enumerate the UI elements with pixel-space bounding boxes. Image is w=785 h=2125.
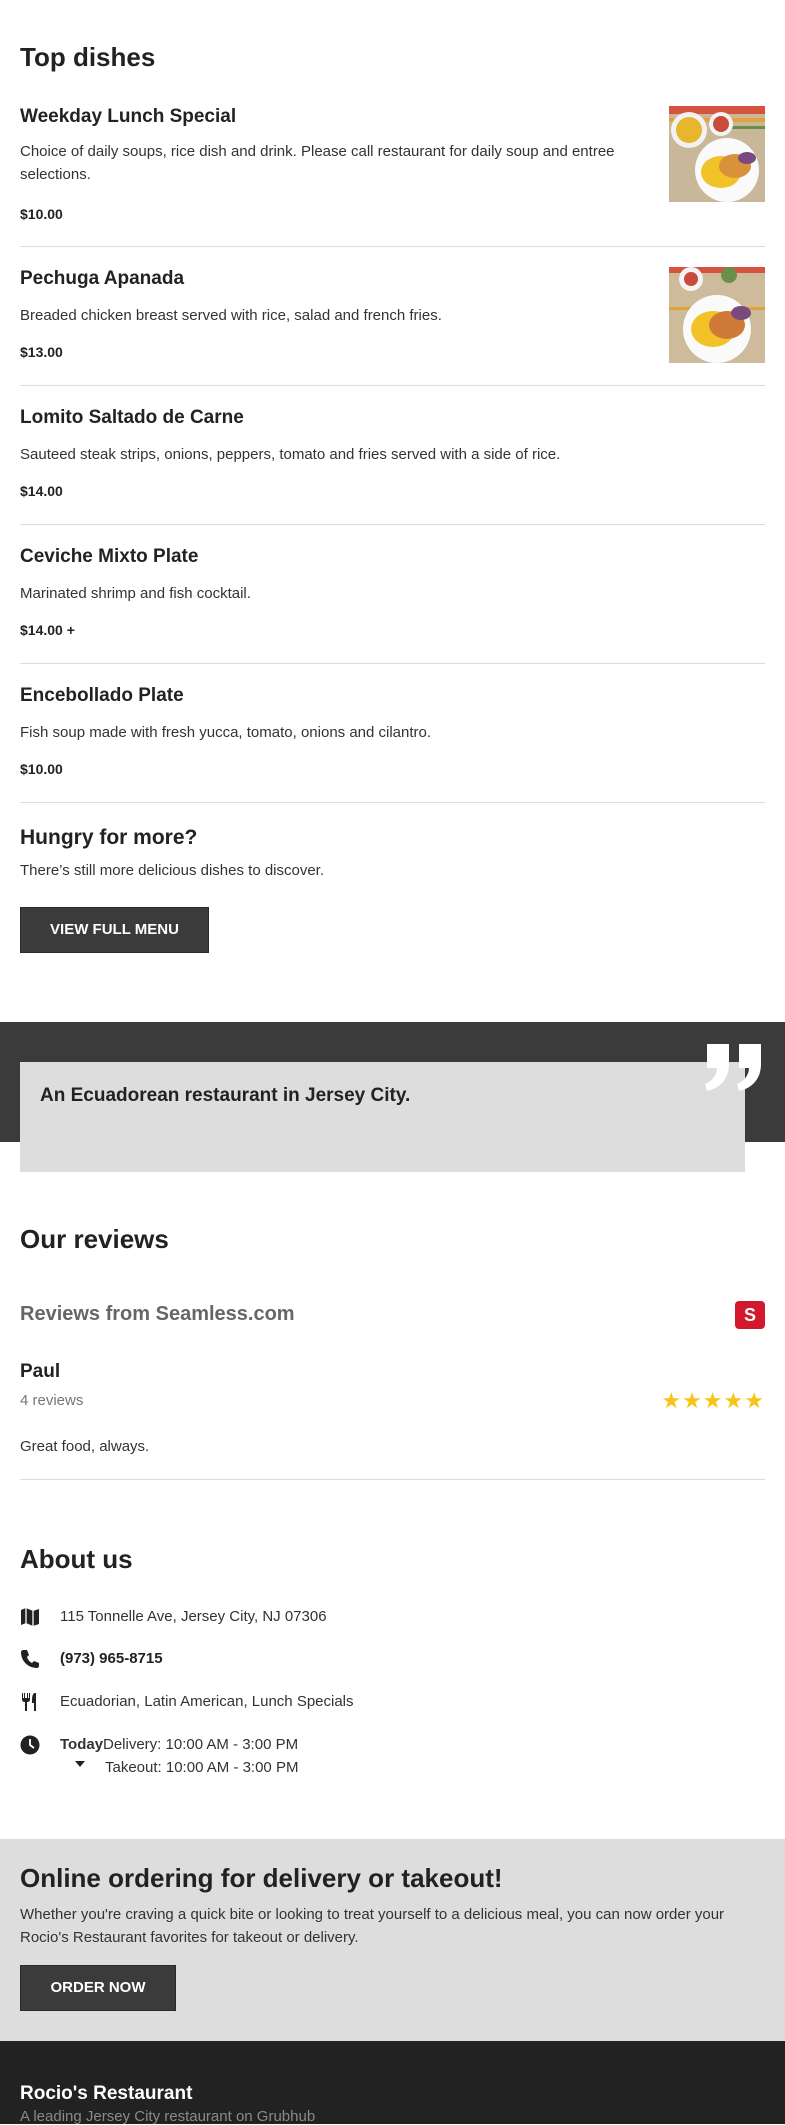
footer-tagline: A leading Jersey City restaurant on Grub… [20, 2108, 316, 2125]
dish-name: Weekday Lunch Special [20, 106, 237, 127]
takeout-hours: Takeout: 10:00 AM - 3:00 PM [105, 1759, 299, 1776]
address-text: 115 Tonnelle Ave, Jersey City, NJ 07306 [60, 1608, 327, 1625]
dish-price: $10.00 [20, 206, 63, 222]
fork-knife-icon [22, 1693, 36, 1711]
reviewer-review-count: 4 reviews [20, 1392, 84, 1409]
footer-restaurant-name: Rocio's Restaurant [20, 2083, 193, 2104]
view-full-menu-button[interactable]: VIEW FULL MENU [20, 907, 209, 953]
dish-description: Fish soup made with fresh yucca, tomato,… [20, 724, 432, 741]
star-icon: ★ [744, 1388, 765, 1413]
dish-item[interactable]: Pechuga Apanada Breaded chicken breast s… [20, 267, 765, 386]
dish-name: Ceviche Mixto Plate [20, 546, 199, 567]
order-now-button[interactable]: ORDER NOW [20, 1965, 176, 2011]
hungry-title: Hungry for more? [20, 826, 198, 849]
quote-mark-icon [705, 1044, 761, 1091]
dish-price: $14.00 + [20, 622, 75, 638]
hours-day: Today [60, 1736, 104, 1753]
dish-item[interactable]: Ceviche Mixto Plate Marinated shrimp and… [20, 546, 765, 664]
quote-text: An Ecuadorean restaurant in Jersey City. [40, 1085, 411, 1106]
top-dishes-title: Top dishes [20, 42, 156, 72]
dish-name: Lomito Saltado de Carne [20, 407, 244, 428]
dish-description: Choice of daily soups, rice dish and dri… [20, 143, 615, 183]
order-section: Online ordering for delivery or takeout!… [0, 1839, 785, 2041]
dish-description: Marinated shrimp and fish cocktail. [20, 585, 251, 602]
dish-photo [669, 106, 765, 202]
dish-name: Pechuga Apanada [20, 268, 185, 289]
star-rating: ★★★★★ [661, 1388, 765, 1414]
footer: Rocio's Restaurant A leading Jersey City… [0, 2041, 785, 2125]
dish-item[interactable]: Lomito Saltado de Carne Sauteed steak st… [20, 407, 765, 525]
reviews-title: Our reviews [20, 1224, 169, 1254]
star-icon: ★ [682, 1388, 703, 1413]
quote-card: An Ecuadorean restaurant in Jersey City. [20, 1062, 745, 1172]
chevron-down-icon[interactable] [75, 1761, 85, 1767]
dish-description: Sauteed steak strips, onions, peppers, t… [20, 446, 561, 463]
seamless-logo-icon: S [735, 1301, 765, 1329]
clock-icon [20, 1735, 40, 1755]
delivery-hours: Delivery: 10:00 AM - 3:00 PM [103, 1736, 299, 1753]
dish-description: Breaded chicken breast served with rice,… [20, 307, 442, 324]
map-icon [21, 1608, 39, 1626]
dish-price: $10.00 [20, 761, 63, 777]
reviewer-name: Paul [20, 1361, 61, 1382]
dish-item[interactable]: Weekday Lunch Special Choice of daily so… [20, 106, 765, 247]
star-icon: ★ [661, 1388, 683, 1413]
dish-name: Encebollado Plate [20, 685, 184, 706]
phone-link[interactable]: (973) 965-8715 [60, 1650, 163, 1667]
phone-icon [21, 1650, 39, 1668]
cuisines-text: Ecuadorian, Latin American, Lunch Specia… [60, 1693, 354, 1710]
star-icon: ★ [723, 1388, 745, 1413]
review-text: Great food, always. [20, 1438, 150, 1455]
dish-price: $14.00 [20, 483, 63, 499]
order-title: Online ordering for delivery or takeout! [20, 1863, 503, 1893]
divider [20, 1479, 765, 1480]
order-description: Whether you're craving a quick bite or l… [20, 1906, 725, 1946]
hungry-subtitle: There’s still more delicious dishes to d… [20, 862, 325, 879]
dish-price: $13.00 [20, 344, 63, 360]
hours-row[interactable]: Today Delivery: 10:00 AM - 3:00 PM Takeo… [20, 1735, 420, 1785]
dish-photo [669, 267, 765, 363]
dish-item[interactable]: Encebollado Plate Fish soup made with fr… [20, 685, 765, 803]
reviews-source: Reviews from Seamless.com [20, 1303, 295, 1325]
about-title: About us [20, 1544, 133, 1574]
star-icon: ★ [702, 1388, 724, 1413]
